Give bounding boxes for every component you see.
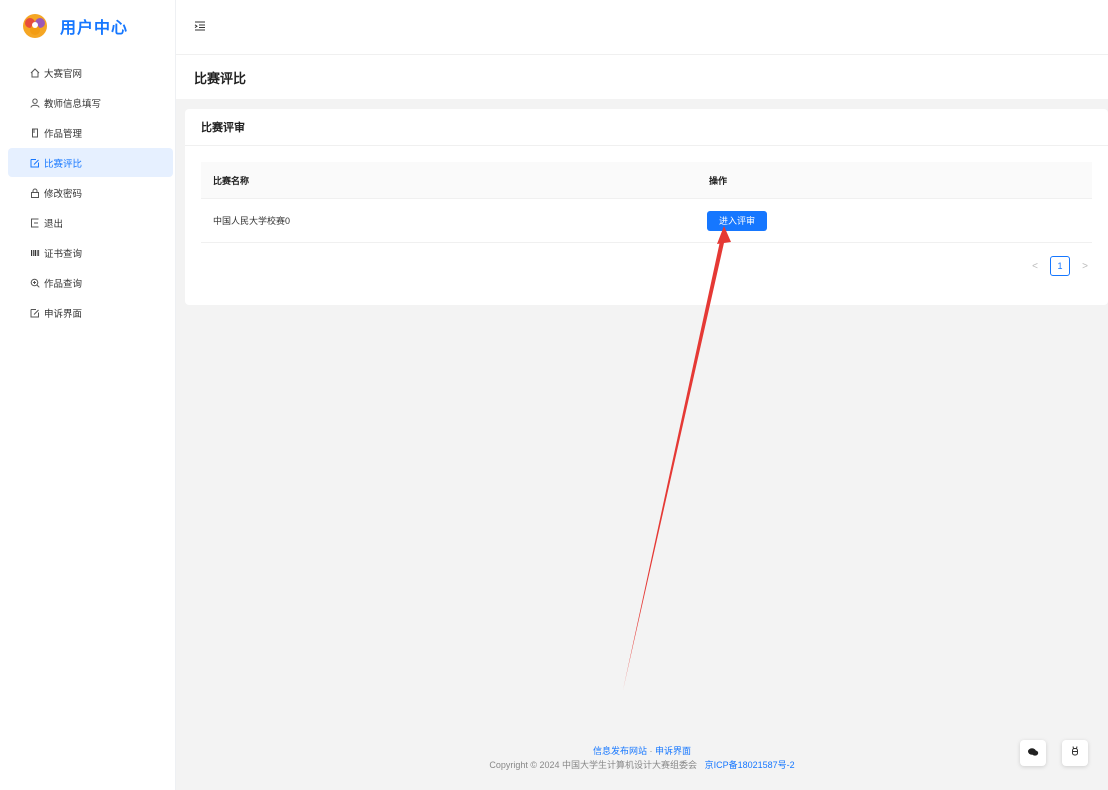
lock-icon [30,188,40,198]
sidebar-item-works-query[interactable]: 作品查询 [8,268,173,297]
copyright-text: Copyright © 2024 中国大学生计算机设计大赛组委会 [489,760,698,770]
table-row: 中国人民大学校赛0 进入评审 [201,199,1092,243]
main-content: 比赛评审 比赛名称 操作 中国人民大学校赛0 进入评审 < 1 > [176,99,1108,790]
next-page-button[interactable]: > [1078,261,1092,272]
user-icon [30,98,40,108]
sidebar-item-label: 申诉界面 [44,308,83,320]
menu-fold-icon[interactable] [194,18,206,36]
sidebar-item-works-manage[interactable]: 作品管理 [8,118,173,147]
sidebar-item-teacher-info[interactable]: 教师信息填写 [8,88,173,117]
edit-icon [30,158,40,168]
page-title: 比赛评比 [194,71,247,86]
logout-icon [30,218,40,228]
sidebar-item-certificate-query[interactable]: 证书查询 [8,238,173,267]
prev-page-button[interactable]: < [1028,261,1042,272]
top-bar [176,0,1108,55]
logo[interactable]: 用户中心 [0,0,175,52]
table-header: 比赛名称 操作 [201,162,1092,199]
sidebar-item-label: 教师信息填写 [44,98,102,110]
sidebar-item-label: 证书查询 [44,248,83,260]
bug-icon [1070,744,1080,762]
icp-link[interactable]: 京ICP备18021587号-2 [705,760,795,770]
app-title: 用户中心 [60,20,129,37]
competition-name-cell: 中国人民大学校赛0 [213,216,291,226]
footer-link-appeal[interactable]: 申诉界面 [655,746,691,756]
footer: 信息发布网站 · 申诉界面 Copyright © 2024 中国大学生计算机设… [176,744,1108,772]
column-header-name: 比赛名称 [213,175,250,186]
sidebar-item-label: 作品查询 [44,278,83,290]
sidebar-item-label: 修改密码 [44,188,83,200]
sidebar-item-label: 大赛官网 [44,68,83,80]
sidebar-item-logout[interactable]: 退出 [8,208,173,237]
review-table: 比赛名称 操作 中国人民大学校赛0 进入评审 [201,162,1092,243]
sidebar-item-change-password[interactable]: 修改密码 [8,178,173,207]
footer-separator: · [649,746,653,756]
page-header: 比赛评比 [176,56,1108,99]
action-cell: 进入评审 [698,210,1092,231]
sidebar-item-label: 退出 [44,218,64,230]
card-header: 比赛评审 [185,109,1108,146]
sidebar-item-label: 比赛评比 [44,158,83,170]
flower-logo-icon [23,14,47,38]
sidebar-item-official-site[interactable]: 大赛官网 [8,58,173,87]
column-header-action: 操作 [709,175,728,186]
enter-review-button[interactable]: 进入评审 [707,210,768,231]
footer-link-info-site[interactable]: 信息发布网站 [593,746,647,756]
sidebar-menu: 大赛官网 教师信息填写 作品管理 比赛评比 修改密码 退出 证书查询 作品查询 … [0,58,175,327]
home-icon [30,67,40,78]
file-icon [30,128,40,138]
card-title: 比赛评审 [201,122,245,134]
review-card: 比赛评审 比赛名称 操作 中国人民大学校赛0 进入评审 < 1 > [185,109,1108,305]
page-number-current[interactable]: 1 [1050,256,1070,276]
sidebar-item-appeal[interactable]: 申诉界面 [8,298,173,327]
form-icon [30,308,40,318]
wechat-icon [1027,744,1039,762]
bug-report-float-button[interactable] [1062,740,1088,766]
wechat-float-button[interactable] [1020,740,1046,766]
pagination: < 1 > [1028,256,1092,276]
sidebar-item-label: 作品管理 [44,128,83,140]
sidebar: 用户中心 大赛官网 教师信息填写 作品管理 比赛评比 修改密码 退出 证书查询 … [0,0,176,790]
barcode-icon [30,248,40,258]
zoom-icon [30,278,40,288]
sidebar-item-competition-review[interactable]: 比赛评比 [8,148,173,177]
